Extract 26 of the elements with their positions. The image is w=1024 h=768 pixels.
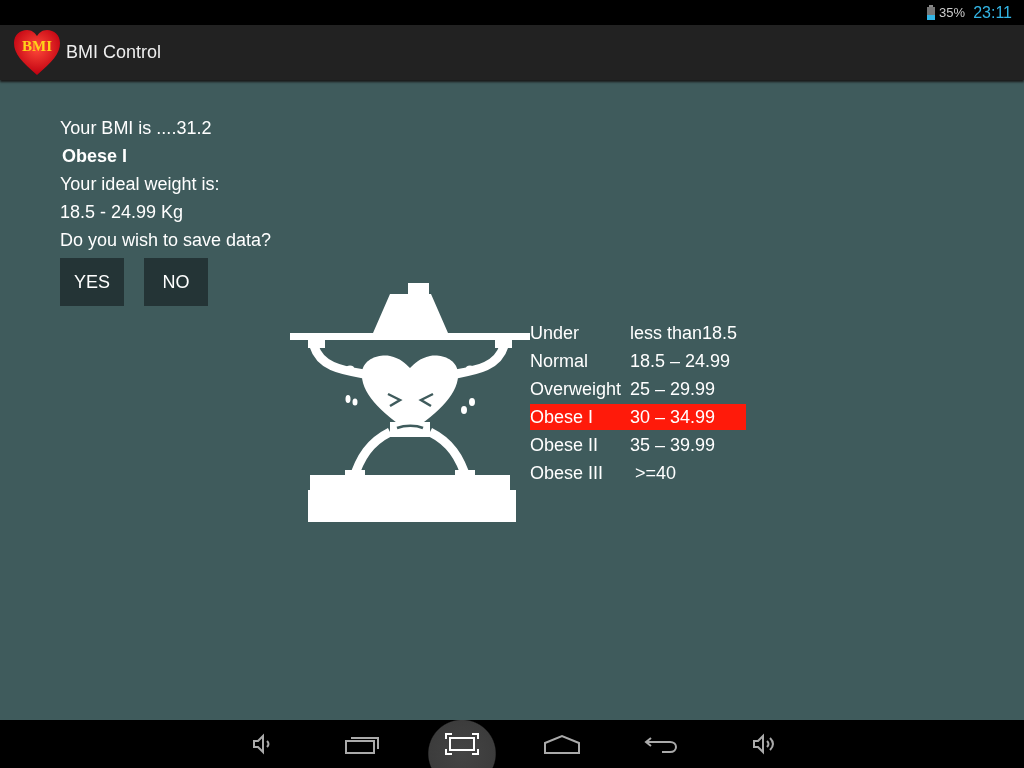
category-name: Under — [530, 322, 581, 345]
ideal-weight-label: Your ideal weight is: — [60, 173, 221, 196]
category-range: 18.5 – 24.99 — [630, 350, 731, 373]
category-range: 25 – 29.99 — [630, 378, 716, 401]
save-prompt: Do you wish to save data? — [60, 229, 273, 252]
yes-button[interactable]: YES — [60, 258, 124, 306]
battery-icon — [927, 5, 936, 20]
category-range: 30 – 34.99 — [630, 406, 716, 429]
category-name: Normal — [530, 350, 589, 373]
category-range: less than18.5 — [630, 322, 738, 345]
logo-text: BMI — [22, 37, 52, 54]
bmi-result-text: Your BMI is ....31.2 — [60, 117, 213, 140]
screenshot-icon[interactable] — [442, 732, 482, 756]
bmi-category-text: Obese I — [61, 145, 129, 168]
category-name: Obese II — [530, 434, 600, 457]
battery-percent: 35% — [939, 5, 966, 20]
category-name: Overweight — [530, 378, 623, 401]
home-icon[interactable] — [542, 732, 582, 756]
ideal-weight-range: 18.5 - 24.99 Kg — [60, 201, 185, 224]
clock-time: 23:11 — [973, 3, 1012, 22]
category-name: Obese I — [530, 406, 595, 429]
category-range: >=40 — [634, 462, 677, 485]
no-button[interactable]: NO — [144, 258, 208, 306]
category-range: 35 – 39.99 — [630, 434, 716, 457]
app-title: BMI Control — [66, 42, 162, 63]
category-name: Obese III — [530, 462, 605, 485]
